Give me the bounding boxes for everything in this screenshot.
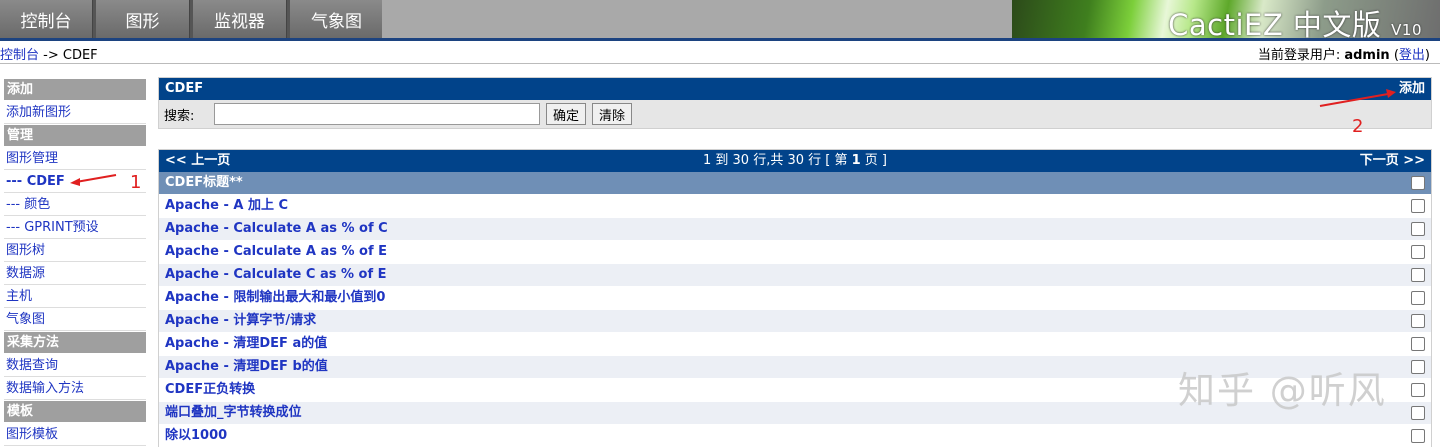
annotation-arrowhead-1 [70,178,80,186]
annotation-arrowhead-2 [1386,89,1396,98]
annotation-arrow-1 [75,174,117,183]
watermark: 知乎 @听风 [1178,369,1387,412]
annotation-label-2: 2 [1352,116,1364,137]
annotation-label-1: 1 [130,172,142,193]
annotation-arrow-2 [1319,93,1389,107]
